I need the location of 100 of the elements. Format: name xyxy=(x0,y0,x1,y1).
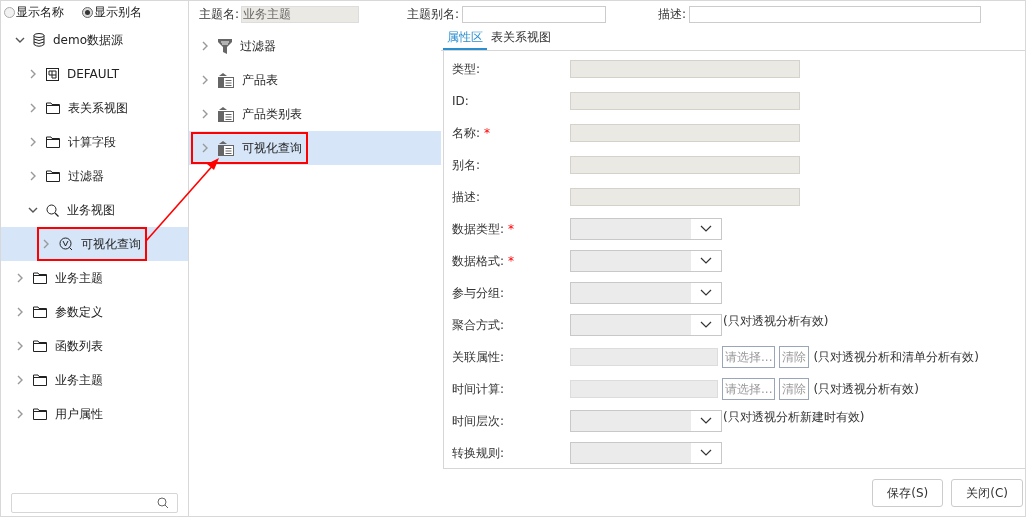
tree-item[interactable]: 业务主题 xyxy=(1,261,188,295)
chevron-right-icon[interactable] xyxy=(28,137,38,147)
tree-item[interactable]: 计算字段 xyxy=(1,125,188,159)
chevron-down-icon[interactable] xyxy=(15,35,25,45)
select-field[interactable] xyxy=(570,250,722,272)
table-stack-icon xyxy=(218,72,234,88)
readonly-field[interactable] xyxy=(570,156,800,174)
chevron-right-icon[interactable] xyxy=(200,109,210,119)
tree-item-label: 用户属性 xyxy=(55,406,103,423)
topic-item[interactable]: 可视化查询 xyxy=(189,131,441,165)
chevron-right-icon[interactable] xyxy=(15,307,25,317)
field-label: 描述: xyxy=(658,6,687,23)
dialog-button[interactable]: 关闭(C) xyxy=(951,478,1023,507)
field-label: 时间层次: xyxy=(452,413,505,430)
readonly-field[interactable] xyxy=(570,124,800,142)
field-label: 聚合方式: xyxy=(452,317,505,334)
chevron-down-icon[interactable] xyxy=(28,205,38,215)
topic-item[interactable]: 产品表 xyxy=(189,63,441,97)
table-stack-icon xyxy=(218,106,234,122)
chevron-right-icon[interactable] xyxy=(15,375,25,385)
field-label: 关联属性: xyxy=(452,349,505,366)
field-label: 名称: xyxy=(452,125,481,142)
field-label: ID: xyxy=(452,93,469,110)
folder-icon xyxy=(33,306,47,318)
grid-icon xyxy=(46,67,59,81)
folder-icon xyxy=(46,102,60,114)
tree-item[interactable]: 业务视图 xyxy=(1,193,188,227)
dialog-button[interactable]: 保存(S) xyxy=(872,478,944,507)
topic-name-field[interactable]: 业务主题 xyxy=(241,5,360,23)
tree-item[interactable]: DEFAULT xyxy=(1,57,188,91)
chevron-right-icon[interactable] xyxy=(200,75,210,85)
tree-item[interactable]: demo数据源 xyxy=(1,23,188,57)
tree-item[interactable]: 过滤器 xyxy=(1,159,188,193)
chevron-right-icon[interactable] xyxy=(200,143,210,153)
field-label: 主题别名: xyxy=(407,6,460,23)
chevron-right-icon[interactable] xyxy=(200,41,210,51)
topic-item[interactable]: 产品类别表 xyxy=(189,97,441,131)
topic-item[interactable]: 过滤器 xyxy=(189,29,441,63)
folder-icon xyxy=(33,408,47,420)
select-field[interactable] xyxy=(570,218,722,240)
select-field[interactable] xyxy=(570,442,722,464)
chevron-right-icon[interactable] xyxy=(15,273,25,283)
chevron-right-icon[interactable] xyxy=(28,69,38,79)
v-circle-icon xyxy=(59,237,73,251)
field-note: (只对透视分析新建时有效) xyxy=(723,409,865,426)
radio-label[interactable]: 显示别名 xyxy=(94,3,142,21)
tree-item-label: demo数据源 xyxy=(53,32,124,49)
tree-item[interactable]: 用户属性 xyxy=(1,397,188,431)
field-label: 转换规则: xyxy=(452,445,505,462)
field-label: 类型: xyxy=(452,61,481,78)
tree-item[interactable]: 函数列表 xyxy=(1,329,188,363)
field-note: (只对透视分析和清单分析有效) xyxy=(813,349,979,366)
database-icon xyxy=(33,33,45,47)
field-label: 数据格式: xyxy=(452,253,505,270)
description-field[interactable] xyxy=(689,5,982,23)
select-field[interactable] xyxy=(570,282,722,304)
chevron-right-icon[interactable] xyxy=(28,171,38,181)
folder-icon xyxy=(46,136,60,148)
tab[interactable]: 表关系视图 xyxy=(487,26,555,50)
field-note: (只对透视分析有效) xyxy=(723,313,829,330)
filter-icon xyxy=(218,38,232,54)
field-label: 时间计算: xyxy=(452,381,505,398)
chevron-down-icon xyxy=(700,449,712,457)
required-mark: * xyxy=(508,221,515,238)
tree-item[interactable]: 参数定义 xyxy=(1,295,188,329)
chevron-right-icon[interactable] xyxy=(41,239,51,249)
select-field[interactable] xyxy=(570,410,722,432)
tree-item-label: 函数列表 xyxy=(55,338,103,355)
search-field[interactable] xyxy=(11,493,178,513)
topic-item-label: 产品表 xyxy=(242,72,278,89)
select-field[interactable] xyxy=(570,314,722,336)
tree-item[interactable]: 表关系视图 xyxy=(1,91,188,125)
tab[interactable]: 属性区 xyxy=(443,26,487,50)
field-label: 描述: xyxy=(452,189,481,206)
tree-item[interactable]: 可视化查询 xyxy=(1,227,188,261)
search-icon xyxy=(46,203,59,217)
radio-button[interactable] xyxy=(4,6,15,18)
readonly-field[interactable] xyxy=(570,348,718,366)
readonly-field[interactable] xyxy=(570,60,800,78)
folder-icon xyxy=(46,170,60,182)
required-mark: * xyxy=(484,125,491,142)
chevron-down-icon xyxy=(700,321,712,329)
folder-icon xyxy=(33,374,47,386)
chevron-right-icon[interactable] xyxy=(15,409,25,419)
chevron-right-icon[interactable] xyxy=(15,341,25,351)
readonly-field[interactable] xyxy=(570,380,718,398)
alias-field[interactable] xyxy=(462,5,607,23)
field-note: (只对透视分析有效) xyxy=(813,381,919,398)
readonly-field[interactable] xyxy=(570,92,800,110)
radio-label[interactable]: 显示名称 xyxy=(16,3,64,21)
radio-button[interactable] xyxy=(82,6,93,18)
field-label: 参与分组: xyxy=(452,285,505,302)
tree-item[interactable]: 业务主题 xyxy=(1,363,188,397)
search-icon xyxy=(157,497,169,509)
tree-item-label: 参数定义 xyxy=(55,304,103,321)
tree-item-label: 可视化查询 xyxy=(81,236,141,253)
chevron-right-icon[interactable] xyxy=(28,103,38,113)
field-label: 数据类型: xyxy=(452,221,505,238)
tree-item-label: 表关系视图 xyxy=(68,100,128,117)
readonly-field[interactable] xyxy=(570,188,800,206)
